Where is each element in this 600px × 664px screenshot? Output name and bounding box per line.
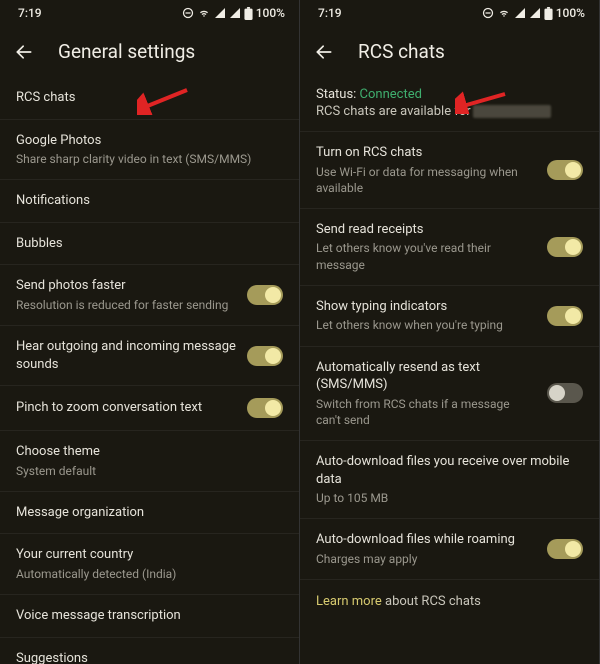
sublabel: Resolution is reduced for faster sending: [16, 297, 237, 313]
item-suggestions[interactable]: Suggestions: [0, 638, 299, 664]
item-auto-download-roaming[interactable]: Auto-download files while roaming Charge…: [300, 519, 599, 580]
item-notifications[interactable]: Notifications: [0, 180, 299, 223]
label: Your current country: [16, 546, 283, 564]
header: General settings: [0, 26, 299, 77]
toggle-typing-indicators[interactable]: [547, 306, 583, 326]
status-time: 7:19: [318, 6, 342, 20]
sublabel: Let others know when you're typing: [316, 317, 537, 333]
sublabel: Share sharp clarity video in text (SMS/M…: [16, 151, 283, 167]
back-arrow-icon: [14, 42, 34, 62]
back-button[interactable]: [14, 42, 34, 62]
status-bar: 7:19 100%: [0, 0, 299, 26]
sublabel: System default: [16, 463, 283, 479]
item-pinch-zoom[interactable]: Pinch to zoom conversation text: [0, 386, 299, 431]
item-choose-theme[interactable]: Choose theme System default: [0, 431, 299, 492]
label: Bubbles: [16, 235, 283, 253]
redacted-number: [473, 105, 551, 118]
signal-icon-1: [514, 7, 526, 19]
label: Auto-download files while roaming: [316, 531, 537, 549]
learn-more-text: about RCS chats: [382, 594, 481, 609]
signal-icon-2: [229, 7, 241, 19]
label: Message organization: [16, 504, 283, 522]
signal-icon-1: [214, 7, 226, 19]
item-current-country[interactable]: Your current country Automatically detec…: [0, 534, 299, 595]
label: RCS chats: [16, 89, 283, 107]
item-bubbles[interactable]: Bubbles: [0, 223, 299, 266]
sublabel: Switch from RCS chats if a message can't…: [316, 396, 537, 428]
battery-percent: 100%: [556, 6, 585, 20]
battery-icon: [544, 7, 553, 20]
label: Notifications: [16, 192, 283, 210]
learn-more-row: Learn more about RCS chats: [300, 580, 599, 623]
label: Auto-download files you receive over mob…: [316, 453, 583, 488]
page-title: RCS chats: [358, 40, 445, 63]
status-line: Status: Connected: [316, 87, 583, 102]
toggle-read-receipts[interactable]: [547, 237, 583, 257]
item-voice-transcription[interactable]: Voice message transcription: [0, 595, 299, 638]
status-value: Connected: [360, 87, 422, 102]
sublabel: Automatically detected (India): [16, 566, 283, 582]
status-indicators: 100%: [482, 6, 585, 20]
wifi-icon: [497, 7, 511, 19]
sublabel: Up to 105 MB: [316, 490, 583, 506]
status-indicators: 100%: [182, 6, 285, 20]
label: Voice message transcription: [16, 607, 283, 625]
sublabel: Let others know you've read their messag…: [316, 240, 537, 272]
label: Choose theme: [16, 443, 283, 461]
item-message-organization[interactable]: Message organization: [0, 492, 299, 535]
page-title: General settings: [58, 40, 195, 63]
dnd-icon: [182, 7, 194, 19]
battery-percent: 100%: [256, 6, 285, 20]
label: Send read receipts: [316, 221, 537, 239]
toggle-message-sounds[interactable]: [247, 346, 283, 366]
toggle-auto-download-roaming[interactable]: [547, 539, 583, 559]
status-bar: 7:19 100%: [300, 0, 599, 26]
right-screen: 7:19 100% RCS chats Status: Connected RC…: [300, 0, 600, 664]
item-message-sounds[interactable]: Hear outgoing and incoming message sound…: [0, 326, 299, 386]
label: Hear outgoing and incoming message sound…: [16, 338, 237, 373]
sublabel: Use Wi-Fi or data for messaging when ava…: [316, 164, 537, 196]
status-label: Status:: [316, 87, 360, 102]
battery-icon: [244, 7, 253, 20]
status-time: 7:19: [18, 6, 42, 20]
back-arrow-icon: [314, 42, 334, 62]
label: Send photos faster: [16, 277, 237, 295]
rcs-status-block: Status: Connected RCS chats are availabl…: [300, 77, 599, 132]
item-send-photos-faster[interactable]: Send photos faster Resolution is reduced…: [0, 265, 299, 326]
item-turn-on-rcs[interactable]: Turn on RCS chats Use Wi-Fi or data for …: [300, 132, 599, 209]
toggle-auto-resend[interactable]: [547, 383, 583, 403]
label: Show typing indicators: [316, 298, 537, 316]
settings-list: RCS chats Google Photos Share sharp clar…: [0, 77, 299, 664]
label: Google Photos: [16, 132, 283, 150]
label: Suggestions: [16, 650, 283, 664]
wifi-icon: [197, 7, 211, 19]
header: RCS chats: [300, 26, 599, 77]
item-rcs-chats[interactable]: RCS chats: [0, 77, 299, 120]
item-read-receipts[interactable]: Send read receipts Let others know you'v…: [300, 209, 599, 286]
item-auto-resend[interactable]: Automatically resend as text (SMS/MMS) S…: [300, 347, 599, 441]
signal-icon-2: [529, 7, 541, 19]
toggle-pinch-zoom[interactable]: [247, 398, 283, 418]
label: Turn on RCS chats: [316, 144, 537, 162]
sublabel: Charges may apply: [316, 551, 537, 567]
item-typing-indicators[interactable]: Show typing indicators Let others know w…: [300, 286, 599, 347]
rcs-settings-list: Turn on RCS chats Use Wi-Fi or data for …: [300, 132, 599, 580]
learn-more-link[interactable]: Learn more: [316, 594, 382, 609]
dnd-icon: [482, 7, 494, 19]
toggle-send-photos-faster[interactable]: [247, 285, 283, 305]
toggle-turn-on-rcs[interactable]: [547, 160, 583, 180]
item-auto-download-mobile[interactable]: Auto-download files you receive over mob…: [300, 441, 599, 519]
left-screen: 7:19 100% General settings RCS chats Goo…: [0, 0, 300, 664]
label: Pinch to zoom conversation text: [16, 399, 237, 417]
label: Automatically resend as text (SMS/MMS): [316, 359, 537, 394]
item-google-photos[interactable]: Google Photos Share sharp clarity video …: [0, 120, 299, 181]
status-subtext: RCS chats are available for: [316, 104, 583, 119]
back-button[interactable]: [314, 42, 334, 62]
